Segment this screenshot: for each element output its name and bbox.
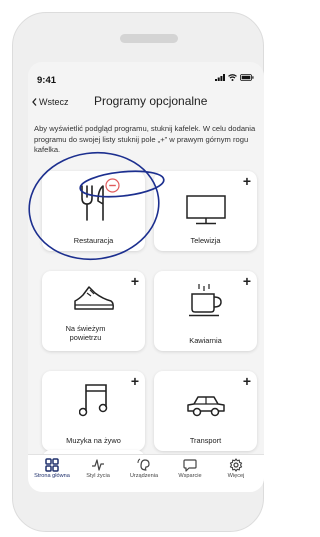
bottom-tab-bar: Strona główna Styl życia Urządzenia Wspa… xyxy=(28,454,264,492)
program-tile-kawiarnia[interactable]: + Kawiarnia xyxy=(154,271,257,351)
activity-icon xyxy=(92,459,104,471)
status-bar: 9:41 xyxy=(28,62,264,86)
navigation-header: Wstecz Programy opcjonalne xyxy=(28,90,264,114)
coffee-cup-icon xyxy=(188,284,222,317)
program-tile-telewizja[interactable]: + Telewizja xyxy=(154,171,257,251)
tab-label: Styl życia xyxy=(86,473,110,479)
tab-label: Urządzenia xyxy=(129,473,159,479)
remove-icon[interactable] xyxy=(105,178,120,193)
tab-lifestyle[interactable]: Styl życia xyxy=(75,458,121,479)
program-tile-muzyka-na-zywo[interactable]: + Muzyka na żywo xyxy=(42,371,145,451)
signal-icon xyxy=(215,74,225,81)
tab-label: Strona główna xyxy=(34,473,70,479)
tile-label: Kawiarnia xyxy=(189,336,222,345)
status-icons xyxy=(215,74,254,81)
gear-icon xyxy=(229,458,243,472)
tile-label: Telewizja xyxy=(190,236,221,245)
page-title: Programy opcjonalne xyxy=(94,94,208,108)
grid-icon xyxy=(45,458,59,472)
tile-label: Transport xyxy=(189,436,222,445)
add-button[interactable]: + xyxy=(131,273,139,289)
instructions-text: Aby wyświetlić podgląd programu, stuknij… xyxy=(34,124,256,154)
chat-icon xyxy=(183,459,197,472)
car-icon xyxy=(186,396,225,417)
program-tile-na-swiezym-powietrzu[interactable]: + Na świeżym powietrzu xyxy=(42,271,145,351)
tile-label: Na świeżym powietrzu xyxy=(65,324,106,342)
add-button[interactable]: + xyxy=(131,373,139,389)
tab-home[interactable]: Strona główna xyxy=(29,458,75,479)
status-time: 9:41 xyxy=(37,75,57,86)
tab-devices[interactable]: Urządzenia xyxy=(121,458,167,479)
battery-icon xyxy=(240,74,254,81)
back-label: Wstecz xyxy=(39,97,69,107)
add-button[interactable]: + xyxy=(243,273,251,289)
shoe-icon xyxy=(73,286,114,310)
wifi-icon xyxy=(228,74,237,81)
tab-label: Więcej xyxy=(227,473,245,479)
add-button[interactable]: + xyxy=(243,173,251,189)
chevron-left-icon xyxy=(32,98,37,106)
phone-speaker xyxy=(120,34,178,43)
hearing-aid-icon xyxy=(137,458,150,471)
tab-more[interactable]: Więcej xyxy=(213,458,259,479)
tile-label: Muzyka na żywo xyxy=(66,436,121,445)
music-note-icon xyxy=(78,384,107,417)
tile-label: Restauracja xyxy=(73,236,114,245)
tab-label: Wsparcie xyxy=(178,473,202,479)
program-tile-restauracja[interactable]: Restauracja xyxy=(42,171,145,251)
back-button[interactable]: Wstecz xyxy=(32,97,69,107)
tab-support[interactable]: Wsparcie xyxy=(167,458,213,479)
add-button[interactable]: + xyxy=(243,373,251,389)
program-tile-transport[interactable]: + Transport xyxy=(154,371,257,451)
tv-icon xyxy=(185,195,226,225)
app-screen: 9:41 Wstecz Programy opcjonalne Aby wyśw… xyxy=(28,62,264,492)
